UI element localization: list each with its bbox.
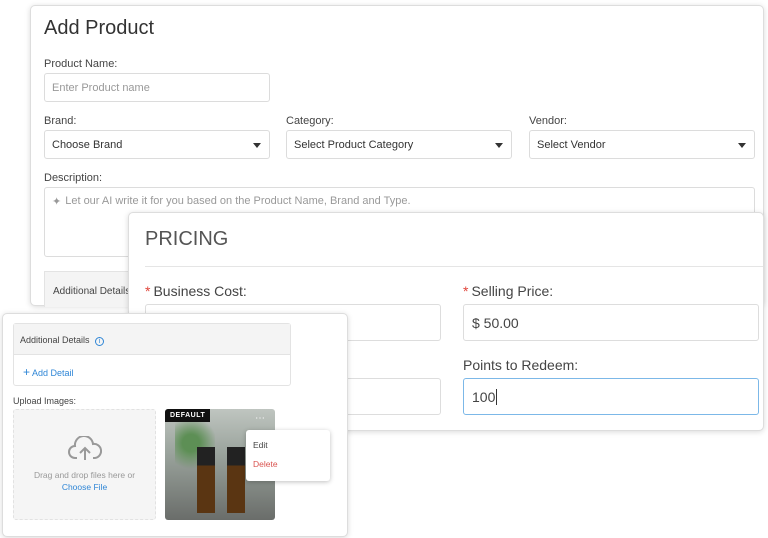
category-label: Category: (286, 115, 334, 127)
more-options-icon[interactable]: ⋯ (255, 413, 265, 424)
upload-label: Upload Images: (13, 396, 77, 406)
image-context-menu: Edit Delete (246, 430, 330, 481)
business-cost-text: Business Cost: (153, 283, 247, 299)
brand-value: Choose Brand (52, 138, 123, 151)
details-card: Additional Details i + Add Detail Upload… (2, 313, 348, 537)
required-mark: * (145, 283, 151, 299)
points-value: 100 (472, 388, 496, 405)
product-name-input[interactable]: Enter Product name (44, 73, 270, 102)
text-cursor (496, 388, 498, 405)
dropzone[interactable]: Drag and drop files here or Choose File (13, 409, 156, 520)
selling-price-text: Selling Price: (471, 283, 554, 299)
menu-item-edit[interactable]: Edit (246, 430, 330, 450)
vendor-value: Select Vendor (537, 138, 606, 151)
brand-label: Brand: (44, 115, 77, 127)
category-select[interactable]: Select Product Category (286, 130, 512, 159)
additional-details-label: Additional Details (20, 335, 90, 345)
product-name-placeholder: Enter Product name (52, 81, 150, 94)
additional-details-box: Additional Details i + Add Detail (13, 323, 291, 386)
category-value: Select Product Category (294, 138, 414, 151)
selling-price-input[interactable]: $ 50.00 (463, 304, 759, 341)
points-label: Points to Redeem: (463, 357, 579, 373)
info-icon[interactable]: i (95, 337, 105, 346)
menu-item-delete[interactable]: Delete (246, 450, 330, 469)
caret-down-icon (738, 142, 746, 148)
vendor-label: Vendor: (529, 115, 567, 127)
ai-sparkle-icon: ✦ (52, 196, 62, 208)
required-mark: * (463, 283, 469, 299)
page-title: Add Product (44, 17, 155, 39)
description-placeholder: Let our AI write it for you based on the… (65, 195, 411, 207)
caret-down-icon (253, 142, 261, 148)
add-detail-button[interactable]: + Add Detail (14, 355, 290, 379)
default-badge: DEFAULT (165, 409, 211, 422)
add-detail-label: Add Detail (32, 368, 74, 378)
bottle (227, 447, 245, 513)
drop-text: Drag and drop files here or (33, 470, 136, 480)
points-input[interactable]: 100 (463, 378, 759, 415)
cloud-upload-icon (67, 435, 102, 460)
caret-down-icon (495, 142, 503, 148)
selling-price-label: * Selling Price: (463, 283, 553, 299)
product-name-label: Product Name: (44, 58, 118, 70)
description-label: Description: (44, 172, 103, 184)
business-cost-label: * Business Cost: (145, 283, 247, 299)
plus-icon: + (23, 365, 31, 379)
divider (145, 266, 763, 267)
pricing-title: PRICING (145, 228, 229, 250)
bottle (197, 447, 215, 513)
brand-select[interactable]: Choose Brand (44, 130, 270, 159)
additional-details-header: Additional Details i (14, 324, 290, 355)
vendor-select[interactable]: Select Vendor (529, 130, 755, 159)
choose-file-link[interactable]: Choose File (14, 482, 155, 492)
additional-details-label: Additional Details (53, 286, 131, 297)
